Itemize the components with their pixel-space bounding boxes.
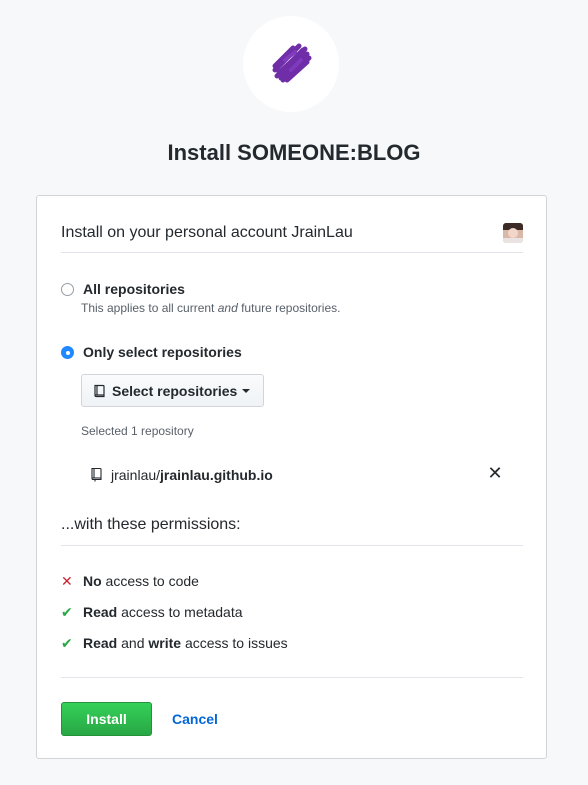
divider bbox=[61, 252, 523, 253]
x-icon: ✕ bbox=[61, 573, 73, 589]
permission-item: ✔ Read and write access to issues bbox=[61, 635, 288, 651]
install-card: Install on your personal account JrainLa… bbox=[36, 195, 547, 759]
check-icon: ✔ bbox=[61, 635, 73, 651]
account-text: Install on your personal account JrainLa… bbox=[61, 224, 353, 241]
radio-all-repositories[interactable] bbox=[61, 283, 74, 296]
selected-repo-item: jrainlau/jrainlau.github.io ✕ bbox=[91, 464, 503, 485]
option-all-repositories-label: All repositories bbox=[83, 281, 185, 297]
repo-icon bbox=[94, 384, 105, 397]
select-repositories-button[interactable]: Select repositories bbox=[81, 374, 264, 407]
account-row: Install on your personal account JrainLa… bbox=[61, 223, 523, 254]
cancel-link[interactable]: Cancel bbox=[172, 711, 218, 727]
scribble-logo-icon bbox=[272, 43, 312, 83]
radio-only-select-repositories[interactable] bbox=[61, 346, 74, 359]
avatar bbox=[503, 223, 523, 243]
selected-count: Selected 1 repository bbox=[81, 424, 194, 438]
option-all-repositories-note: This applies to all current and future r… bbox=[81, 301, 341, 315]
caret-down-icon bbox=[242, 388, 251, 393]
check-icon: ✔ bbox=[61, 604, 73, 620]
remove-repo-close-icon[interactable]: ✕ bbox=[487, 464, 503, 482]
permission-item: ✔ Read access to metadata bbox=[61, 604, 243, 620]
divider bbox=[61, 545, 523, 546]
permissions-heading: ...with these permissions: bbox=[61, 516, 241, 533]
repo-name: jrainlau/jrainlau.github.io bbox=[111, 467, 273, 483]
install-page: Install SOMEONE:BLOG Install on your per… bbox=[0, 0, 588, 785]
repo-icon bbox=[91, 467, 102, 482]
divider bbox=[61, 677, 523, 678]
option-only-select-label: Only select repositories bbox=[83, 344, 242, 360]
page-title: Install SOMEONE:BLOG bbox=[167, 140, 421, 165]
permission-item: ✕ No access to code bbox=[61, 573, 199, 589]
app-logo bbox=[243, 16, 339, 112]
select-repositories-label: Select repositories bbox=[112, 382, 238, 399]
install-button[interactable]: Install bbox=[61, 702, 152, 736]
